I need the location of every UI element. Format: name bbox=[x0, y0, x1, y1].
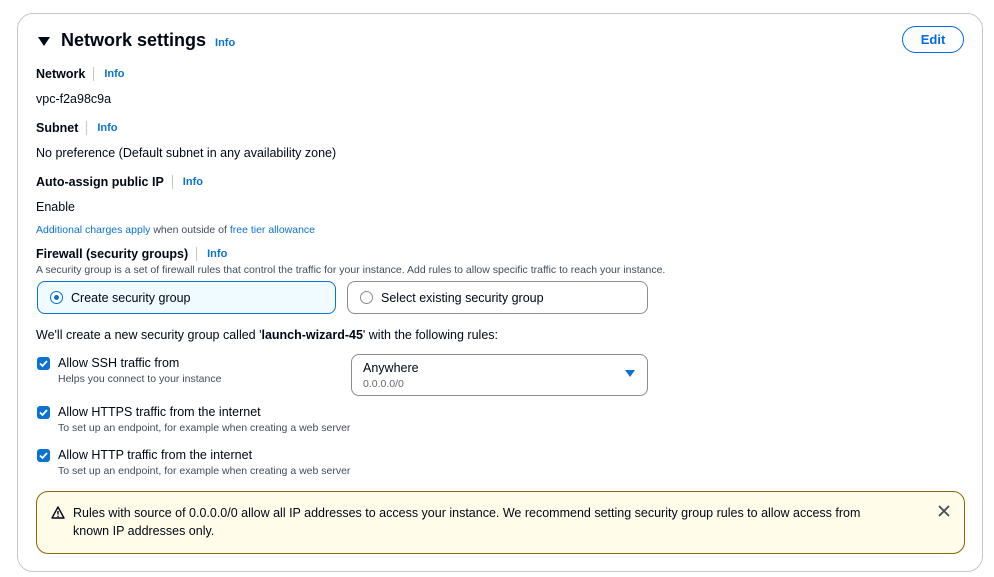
https-rule-label: Allow HTTPS traffic from the internet bbox=[58, 405, 261, 419]
ssh-source-select[interactable]: Anywhere 0.0.0.0/0 bbox=[351, 354, 648, 396]
charges-note: Additional charges apply when outside of… bbox=[36, 224, 315, 236]
charges-mid-text: when outside of bbox=[150, 224, 230, 236]
open-access-warning-alert: Rules with source of 0.0.0.0/0 allow all… bbox=[36, 491, 965, 554]
public-ip-label: Auto-assign public IP bbox=[36, 175, 164, 189]
ssh-source-cidr: 0.0.0.0/0 bbox=[363, 378, 404, 390]
create-security-group-option[interactable]: Create security group bbox=[37, 281, 336, 314]
firewall-info-link[interactable]: Info bbox=[207, 248, 227, 260]
check-icon bbox=[39, 452, 48, 460]
subnet-label: Subnet bbox=[36, 121, 79, 135]
network-label-row: Network Info bbox=[36, 67, 125, 81]
free-tier-link[interactable]: free tier allowance bbox=[230, 224, 315, 236]
firewall-label-row: Firewall (security groups) Info bbox=[36, 247, 227, 261]
new-group-prefix: We'll create a new security group called… bbox=[36, 328, 262, 342]
caret-down-icon[interactable] bbox=[37, 34, 51, 48]
http-rule-help: To set up an endpoint, for example when … bbox=[58, 465, 351, 477]
close-icon[interactable] bbox=[938, 505, 950, 517]
firewall-label: Firewall (security groups) bbox=[36, 247, 189, 261]
public-ip-value: Enable bbox=[36, 200, 75, 214]
network-settings-panel: Network settings Info Edit Network Info … bbox=[17, 13, 983, 572]
divider bbox=[86, 121, 88, 135]
warning-text: Rules with source of 0.0.0.0/0 allow all… bbox=[73, 506, 861, 538]
https-rule-help: To set up an endpoint, for example when … bbox=[58, 422, 351, 434]
section-title: Network settings bbox=[61, 30, 207, 50]
network-label: Network bbox=[36, 67, 86, 81]
radio-selected[interactable] bbox=[50, 291, 63, 304]
additional-charges-link[interactable]: Additional charges apply bbox=[36, 224, 150, 236]
ssh-rule-help: Helps you connect to your instance bbox=[58, 373, 222, 385]
rule-ssh: Allow SSH traffic from Helps you connect… bbox=[37, 356, 221, 385]
create-security-group-label: Create security group bbox=[71, 290, 191, 305]
https-checkbox[interactable] bbox=[37, 406, 50, 419]
select-existing-security-group-option[interactable]: Select existing security group bbox=[347, 281, 648, 314]
ssh-rule-label: Allow SSH traffic from bbox=[58, 356, 180, 370]
select-existing-security-group-label: Select existing security group bbox=[381, 290, 544, 305]
subnet-info-link[interactable]: Info bbox=[97, 122, 117, 134]
edit-button[interactable]: Edit bbox=[902, 26, 964, 53]
firewall-description: A security group is a set of firewall ru… bbox=[36, 264, 666, 276]
ssh-source-value: Anywhere bbox=[363, 361, 419, 375]
check-icon bbox=[39, 409, 48, 417]
public-ip-info-link[interactable]: Info bbox=[183, 176, 203, 188]
divider bbox=[93, 67, 95, 81]
http-rule-label: Allow HTTP traffic from the internet bbox=[58, 448, 253, 462]
check-icon bbox=[39, 360, 48, 368]
new-group-suffix: ' with the following rules: bbox=[362, 328, 498, 342]
ssh-checkbox[interactable] bbox=[37, 357, 50, 370]
public-ip-label-row: Auto-assign public IP Info bbox=[36, 175, 203, 189]
network-value: vpc-f2a98c9a bbox=[36, 92, 112, 106]
radio-unselected[interactable] bbox=[360, 291, 373, 304]
network-info-link[interactable]: Info bbox=[104, 68, 124, 80]
http-checkbox[interactable] bbox=[37, 449, 50, 462]
warning-icon bbox=[51, 506, 65, 519]
subnet-value: No preference (Default subnet in any ava… bbox=[36, 146, 337, 160]
divider bbox=[171, 175, 173, 189]
section-header[interactable]: Network settings Info bbox=[37, 30, 235, 51]
dropdown-arrow-icon bbox=[625, 370, 635, 377]
rule-http: Allow HTTP traffic from the internet To … bbox=[37, 448, 350, 477]
subnet-label-row: Subnet Info bbox=[36, 121, 118, 135]
section-info-link[interactable]: Info bbox=[215, 37, 235, 49]
new-group-name: launch-wizard-45 bbox=[261, 328, 363, 342]
rule-https: Allow HTTPS traffic from the internet To… bbox=[37, 405, 350, 434]
new-security-group-text: We'll create a new security group called… bbox=[36, 328, 498, 342]
divider bbox=[196, 247, 198, 261]
